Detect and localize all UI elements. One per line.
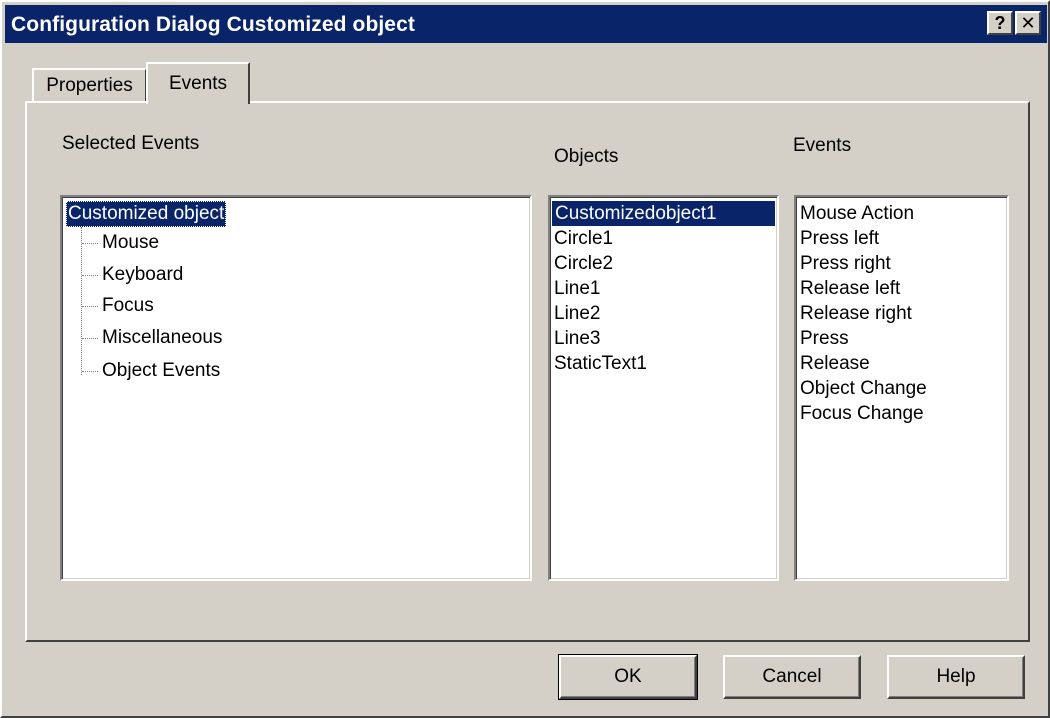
event-item-press-right[interactable]: Press right	[800, 251, 891, 276]
tree-item-object-events[interactable]: Object Events	[102, 358, 220, 384]
event-item-object-change[interactable]: Object Change	[800, 376, 927, 401]
event-item-release-left[interactable]: Release left	[800, 276, 900, 301]
event-item-press[interactable]: Press	[800, 326, 849, 351]
help-title-button[interactable]: ?	[987, 11, 1013, 35]
tree-item-focus[interactable]: Focus	[102, 293, 154, 319]
events-tab-panel: Selected Events Objects Events Customize…	[25, 101, 1030, 642]
configuration-dialog: Configuration Dialog Customized object ?…	[0, 0, 1050, 718]
window-title: Configuration Dialog Customized object	[11, 13, 415, 36]
event-item-mouse-action[interactable]: Mouse Action	[800, 201, 914, 226]
objects-listbox[interactable]: Customizedobject1 Circle1 Circle2 Line1 …	[548, 195, 779, 581]
tree-root-customized-object[interactable]: Customized object	[66, 201, 227, 227]
ok-button[interactable]: OK	[558, 654, 698, 700]
object-item-statictext1[interactable]: StaticText1	[554, 351, 647, 376]
tab-properties-label: Properties	[46, 75, 133, 96]
selected-events-tree[interactable]: Customized object Mouse Keyboard Focus M…	[60, 195, 532, 581]
object-item-circle2[interactable]: Circle2	[554, 251, 613, 276]
tree-item-keyboard[interactable]: Keyboard	[102, 262, 183, 288]
cancel-button[interactable]: Cancel	[723, 655, 861, 699]
tree-branch	[82, 243, 98, 244]
event-item-focus-change[interactable]: Focus Change	[800, 401, 924, 426]
tab-events-label: Events	[168, 73, 228, 94]
tree-branch	[82, 275, 98, 276]
object-item-circle1[interactable]: Circle1	[554, 226, 613, 251]
selected-events-label: Selected Events	[62, 133, 200, 154]
tree-connector	[81, 227, 82, 375]
tree-branch	[82, 338, 98, 339]
tree-branch	[82, 371, 98, 372]
event-item-press-left[interactable]: Press left	[800, 226, 879, 251]
close-icon: ✕	[1020, 12, 1036, 33]
event-item-release-right[interactable]: Release right	[800, 301, 912, 326]
tree-item-miscellaneous[interactable]: Miscellaneous	[102, 325, 222, 351]
tree-branch	[82, 306, 98, 307]
tree-item-mouse[interactable]: Mouse	[102, 230, 159, 256]
question-mark-icon: ?	[994, 12, 1006, 33]
help-button-label: Help	[936, 666, 976, 687]
tab-events[interactable]: Events	[146, 62, 250, 104]
object-item-line2[interactable]: Line2	[554, 301, 601, 326]
event-item-release[interactable]: Release	[800, 351, 870, 376]
ok-button-label: OK	[614, 666, 642, 687]
object-item-line1[interactable]: Line1	[554, 276, 601, 301]
events-label: Events	[793, 135, 852, 156]
title-bar: Configuration Dialog Customized object ?…	[5, 5, 1047, 43]
help-button[interactable]: Help	[887, 655, 1025, 699]
tab-properties[interactable]: Properties	[32, 68, 147, 102]
cancel-button-label: Cancel	[762, 666, 822, 687]
object-item-line3[interactable]: Line3	[554, 326, 601, 351]
object-item-customizedobject1[interactable]: Customizedobject1	[552, 201, 775, 226]
objects-label: Objects	[554, 146, 619, 167]
close-title-button[interactable]: ✕	[1015, 11, 1041, 35]
events-listbox[interactable]: Mouse Action Press left Press right Rele…	[794, 195, 1009, 581]
